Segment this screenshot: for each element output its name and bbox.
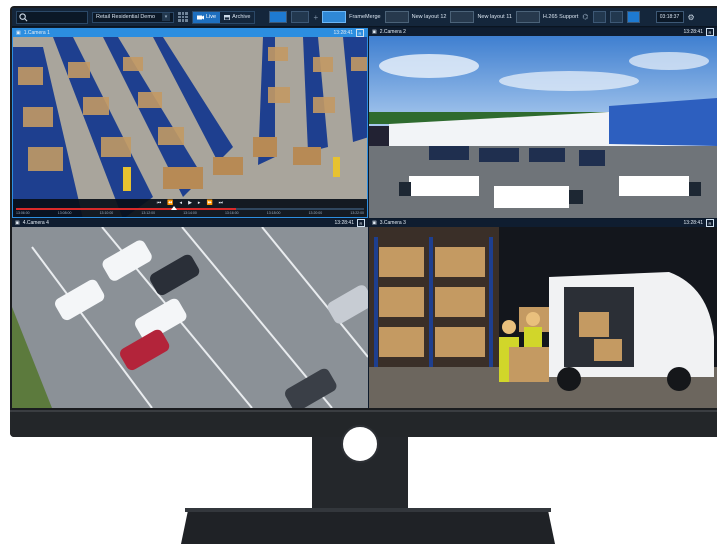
camera-time: 13:28:41: [683, 29, 703, 35]
camera-time: 13:28:41: [334, 220, 354, 226]
record-icon[interactable]: R: [357, 219, 365, 227]
timeline-label: 13:10:00: [99, 211, 114, 215]
monitor-stand-cable-hole: [341, 425, 379, 463]
layout-grid-button[interactable]: [592, 11, 606, 23]
site-select[interactable]: Retail Residential Demo ▾: [92, 11, 174, 23]
search-icon: [19, 12, 28, 21]
timeline-label: 13:08:00: [57, 211, 72, 215]
live-button[interactable]: Live: [193, 11, 221, 23]
timeline-label: 13:14:00: [183, 211, 197, 215]
camera-title: 1.Camera 1: [23, 30, 50, 36]
camera-title: 4.Camera 4: [22, 220, 49, 226]
timeline-label: 13:22:00: [350, 211, 364, 215]
camera-icon: ▣: [15, 220, 20, 226]
top-toolbar: Retail Residential Demo ▾ Live Archive +: [12, 8, 717, 27]
camera-tile-2[interactable]: ▣ 2.Camera 2 13:28:41 R: [369, 28, 717, 218]
single-view-button[interactable]: [269, 11, 288, 23]
monitor-stand-base-top: [185, 508, 551, 512]
play-icon[interactable]: ▶: [188, 200, 192, 207]
record-icon[interactable]: R: [706, 219, 714, 227]
settings-icon[interactable]: ⚙: [688, 13, 695, 22]
loading-van-scene: [369, 227, 717, 408]
layout-label: H.265 Support: [542, 14, 579, 20]
archive-button[interactable]: Archive: [220, 12, 254, 23]
live-label: Live: [206, 14, 217, 20]
camera-icon: [197, 15, 204, 19]
fast-forward-icon[interactable]: ⏩: [206, 200, 212, 207]
timeline-labels: 13:06:00 13:08:00 13:10:00 13:12:00 13:1…: [16, 211, 364, 215]
camera-title: 2.Camera 2: [379, 29, 406, 35]
vms-screen: Retail Residential Demo ▾ Live Archive +: [12, 8, 717, 408]
network-icon[interactable]: ⌬: [582, 13, 588, 21]
grid-icon[interactable]: [178, 12, 188, 22]
warehouse-aisles-scene: [13, 37, 367, 217]
frame-end-icon[interactable]: ⏭: [219, 200, 224, 207]
timeline-label: 13:18:00: [266, 211, 281, 215]
playback-controls: ⏮ ⏪ ◂ ▶ ▸ ⏩ ⏭: [13, 200, 367, 207]
step-forward-icon[interactable]: ▸: [198, 200, 201, 207]
layout-thumb: [515, 11, 540, 23]
camera-icon: ▣: [372, 29, 377, 35]
timeline-label: 13:20:00: [308, 211, 323, 215]
parking-lot-scene: [12, 227, 368, 408]
camera-tile-1[interactable]: ▣ 1.Camera 1 13:28:41 R ⏮ ⏪ ◂ ▶ ▸ ⏩ ⏭ 13…: [12, 28, 368, 218]
camera-header: ▣ 4.Camera 4 13:28:41 R: [12, 219, 368, 227]
layout-new-12[interactable]: New layout 12: [384, 11, 447, 23]
record-icon[interactable]: R: [706, 28, 714, 36]
camera-time: 13:28:41: [333, 30, 353, 36]
playhead-marker[interactable]: [171, 206, 177, 210]
clock: 03:18:37: [655, 11, 684, 23]
step-back-icon[interactable]: ◂: [180, 200, 183, 207]
layout-label: FrameMerge: [349, 14, 381, 20]
camera-icon: ▣: [16, 30, 21, 36]
archive-label: Archive: [232, 14, 251, 20]
timeline-label: 13:06:00: [16, 211, 30, 215]
layout-new-11[interactable]: New layout 11: [450, 11, 512, 23]
archive-timeline[interactable]: ⏮ ⏪ ◂ ▶ ▸ ⏩ ⏭ 13:06:00 13:08:00 13:10:00…: [13, 199, 367, 217]
record-icon[interactable]: R: [356, 29, 364, 37]
camera-time: 13:28:41: [683, 220, 703, 226]
fullscreen-button[interactable]: [626, 11, 640, 23]
layout-label: New layout 12: [411, 14, 447, 20]
layout-quad-button[interactable]: [609, 11, 623, 23]
mode-toggle: Live Archive: [192, 10, 256, 24]
layout-label: New layout 11: [477, 14, 512, 20]
monitor: Retail Residential Demo ▾ Live Archive +: [10, 6, 717, 437]
archive-icon: [224, 14, 231, 20]
layout-h265[interactable]: H.265 Support: [515, 11, 579, 23]
layout-thumb: [450, 11, 475, 23]
logistics-yard-scene: [369, 36, 717, 218]
add-layout-icon[interactable]: +: [313, 13, 318, 22]
site-select-value: Retail Residential Demo: [96, 14, 155, 20]
frame-start-icon[interactable]: ⏮: [157, 200, 162, 207]
camera-title: 3.Camera 3: [379, 220, 406, 226]
camera-icon: ▣: [372, 220, 377, 226]
layout-thumb: [384, 11, 409, 23]
camera-tile-4[interactable]: ▣ 4.Camera 4 13:28:41 R: [12, 219, 368, 408]
camera-tile-3[interactable]: ▣ 3.Camera 3 13:28:41 R: [369, 219, 717, 408]
camera-header: ▣ 1.Camera 1 13:28:41 R: [13, 29, 367, 37]
split-view-button[interactable]: [291, 11, 310, 23]
monitor-stand-base: [181, 508, 555, 544]
timeline-label: 13:12:00: [141, 211, 156, 215]
camera-header: ▣ 2.Camera 2 13:28:41 R: [369, 28, 717, 36]
timeline-recording-segment: [16, 208, 236, 210]
camera-header: ▣ 3.Camera 3 13:28:41 R: [369, 219, 717, 227]
layout-thumb: [322, 11, 347, 23]
timeline-label: 13:16:00: [224, 211, 239, 215]
layout-framemerge[interactable]: FrameMerge: [322, 11, 381, 23]
search-input[interactable]: [16, 10, 88, 24]
chevron-down-icon: ▾: [162, 13, 170, 21]
